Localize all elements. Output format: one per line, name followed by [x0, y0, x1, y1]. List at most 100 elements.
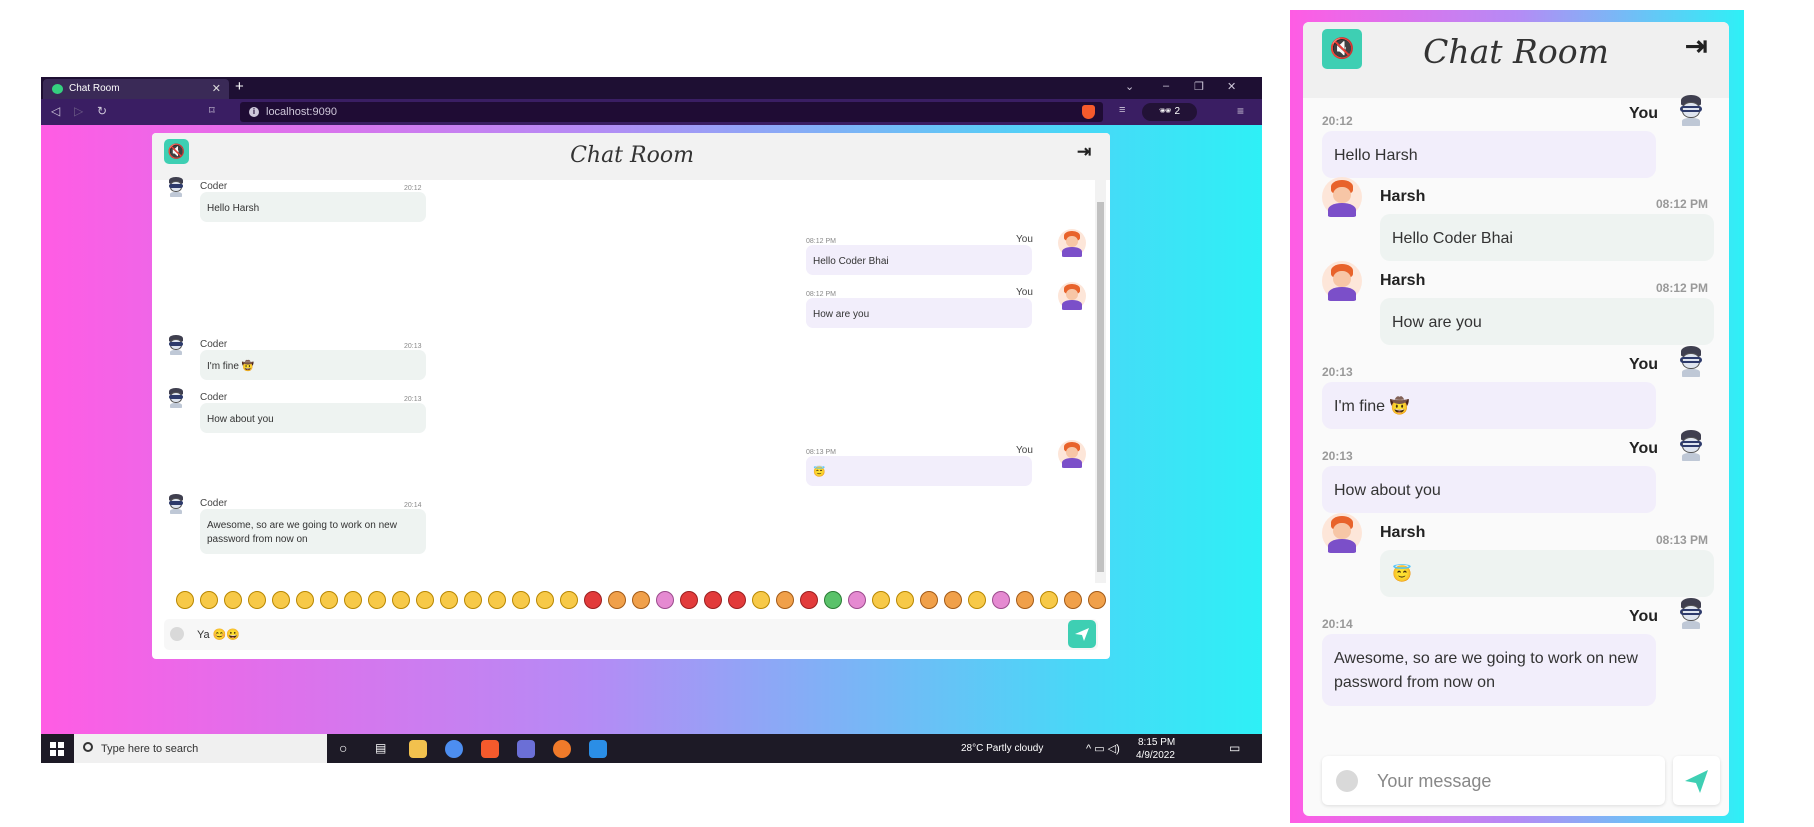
mobile-message-input[interactable]: Your message — [1322, 756, 1665, 805]
notifications-icon[interactable]: ▭ — [1229, 741, 1240, 755]
emoji-option[interactable] — [608, 591, 626, 609]
emoji-option[interactable] — [536, 591, 554, 609]
emoji-option[interactable] — [992, 591, 1010, 609]
emoji-option[interactable] — [488, 591, 506, 609]
mobile-mute-button[interactable]: 🔇 — [1322, 29, 1362, 69]
emoji-option[interactable] — [272, 591, 290, 609]
page-title: Chat Room — [570, 143, 694, 168]
emoji-option[interactable] — [1040, 591, 1058, 609]
emoji-toggle-icon[interactable] — [170, 627, 184, 641]
chrome-icon[interactable] — [445, 740, 463, 758]
wallet-rewards-pill[interactable]: 🕶 2 — [1142, 103, 1197, 121]
emoji-option[interactable] — [560, 591, 578, 609]
clock-time[interactable]: 8:15 PM — [1138, 737, 1175, 748]
emoji-option[interactable] — [704, 591, 722, 609]
postman-icon[interactable] — [553, 740, 571, 758]
menu-icon[interactable]: ≡ — [1237, 104, 1244, 118]
file-explorer-icon[interactable] — [409, 740, 427, 758]
emoji-option[interactable] — [584, 591, 602, 609]
emoji-option[interactable] — [392, 591, 410, 609]
emoji-option[interactable] — [752, 591, 770, 609]
windows-start-icon[interactable] — [50, 742, 64, 756]
message-placeholder: Your message — [1377, 771, 1492, 791]
emoji-option[interactable] — [776, 591, 794, 609]
emoji-option[interactable] — [896, 591, 914, 609]
mobile-logout-icon[interactable]: ⇥ — [1685, 31, 1708, 62]
emoji-option[interactable] — [368, 591, 386, 609]
emoji-option[interactable] — [344, 591, 362, 609]
playlist-icon[interactable]: ≡ — [1119, 104, 1125, 116]
taskbar-search[interactable]: Type here to search — [74, 734, 327, 763]
message-text: How about you — [207, 414, 274, 425]
avatar — [164, 387, 188, 411]
message-sender: Harsh — [1380, 524, 1426, 541]
message-time: 08:12 PM — [1656, 281, 1709, 295]
message-text: Awesome, so are we going to work on new … — [1334, 650, 1638, 691]
emoji-option[interactable] — [296, 591, 314, 609]
emoji-option[interactable] — [1016, 591, 1034, 609]
vscode-icon[interactable] — [589, 740, 607, 758]
browser-tab[interactable]: Chat Room ✕ — [43, 79, 229, 99]
forward-icon[interactable]: ▷ — [74, 104, 83, 118]
message-input[interactable]: Ya 😊😀 — [197, 628, 240, 641]
tab-title: Chat Room — [69, 83, 120, 94]
emoji-option[interactable] — [464, 591, 482, 609]
volume-mute-icon: 🔇 — [167, 143, 186, 159]
emoji-option[interactable] — [512, 591, 530, 609]
brave-shield-icon[interactable] — [1082, 105, 1095, 119]
message-sender: Coder — [200, 181, 228, 192]
emoji-option[interactable] — [944, 591, 962, 609]
emoji-option[interactable] — [656, 591, 674, 609]
tab-search-icon[interactable]: ⌄ — [1125, 80, 1134, 93]
emoji-toggle-icon[interactable] — [1336, 770, 1358, 792]
emoji-option[interactable] — [176, 591, 194, 609]
new-tab-button[interactable]: + — [235, 78, 244, 95]
logout-icon[interactable]: ⇥ — [1077, 142, 1091, 162]
close-window-icon[interactable]: ✕ — [1227, 80, 1236, 93]
message-time: 20:14 — [404, 502, 422, 509]
bookmark-icon[interactable]: ⌑ — [209, 104, 215, 117]
emoji-option[interactable] — [632, 591, 650, 609]
clock-date[interactable]: 4/9/2022 — [1136, 750, 1175, 761]
emoji-option[interactable] — [968, 591, 986, 609]
site-info-icon[interactable]: i — [249, 107, 259, 117]
emoji-option[interactable] — [224, 591, 242, 609]
emoji-option[interactable] — [320, 591, 338, 609]
message-text: Hello Coder Bhai — [813, 256, 889, 267]
mute-button[interactable]: 🔇 — [164, 139, 189, 164]
emoji-option[interactable] — [824, 591, 842, 609]
emoji-option[interactable] — [728, 591, 746, 609]
emoji-option[interactable] — [872, 591, 890, 609]
reload-icon[interactable]: ↻ — [97, 104, 107, 118]
message-time: 08:12 PM — [806, 291, 836, 298]
emoji-option[interactable] — [1064, 591, 1082, 609]
scrollbar[interactable] — [1095, 180, 1106, 583]
emoji-option[interactable] — [800, 591, 818, 609]
emoji-option[interactable] — [200, 591, 218, 609]
minimize-icon[interactable]: – — [1163, 80, 1169, 92]
cortana-icon[interactable]: ○ — [339, 740, 347, 756]
message-input-bar: Ya 😊😀 — [164, 619, 1098, 650]
emoji-option[interactable] — [248, 591, 266, 609]
emoji-option[interactable] — [848, 591, 866, 609]
app-icon[interactable] — [517, 740, 535, 758]
message-text: Hello Coder Bhai — [1392, 230, 1513, 247]
emoji-option[interactable] — [680, 591, 698, 609]
send-button[interactable] — [1068, 620, 1096, 648]
mobile-send-button[interactable] — [1673, 756, 1720, 805]
emoji-option[interactable] — [440, 591, 458, 609]
emoji-option[interactable] — [920, 591, 938, 609]
restore-icon[interactable]: ❐ — [1194, 80, 1204, 93]
emoji-option[interactable] — [1088, 591, 1106, 609]
task-view-icon[interactable]: ▤ — [375, 741, 386, 755]
avatar — [1322, 261, 1362, 301]
tray-icons[interactable]: ^ ▭ ◁) — [1086, 742, 1120, 755]
brave-icon[interactable] — [481, 740, 499, 758]
close-tab-icon[interactable]: ✕ — [212, 82, 221, 95]
message-time: 20:13 — [404, 396, 422, 403]
weather-text[interactable]: 28°C Partly cloudy — [961, 743, 1043, 754]
emoji-option[interactable] — [416, 591, 434, 609]
back-icon[interactable]: ◁ — [51, 104, 60, 118]
scrollbar-thumb[interactable] — [1097, 202, 1104, 572]
address-bar[interactable]: i localhost:9090 — [240, 102, 1103, 122]
